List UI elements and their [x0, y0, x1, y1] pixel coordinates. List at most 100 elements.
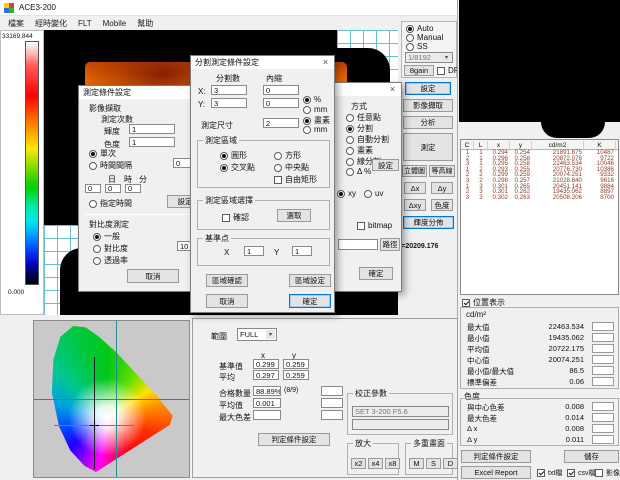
- settings-button[interactable]: 設定: [405, 82, 451, 95]
- circle-radio[interactable]: 圓形: [220, 150, 247, 161]
- calibration-extra-field[interactable]: [352, 419, 449, 430]
- base-y-field[interactable]: 0.259: [283, 359, 309, 369]
- mode-option-2[interactable]: 自動分割: [346, 134, 389, 145]
- mm-size-radio[interactable]: mm: [303, 125, 327, 134]
- square-radio[interactable]: 方形: [274, 150, 301, 161]
- mode-option-0[interactable]: 任意點: [346, 112, 381, 123]
- bitmap-checkbox[interactable]: bitmap: [357, 221, 392, 230]
- transmittance-radio[interactable]: 透過率: [93, 255, 128, 266]
- chroma-button[interactable]: 色度: [431, 199, 453, 211]
- percent-radio[interactable]: %: [303, 95, 321, 104]
- save-button[interactable]: 儲存: [564, 450, 619, 463]
- base-y-field[interactable]: 1: [292, 246, 312, 256]
- gain-button[interactable]: 8gain: [404, 65, 434, 76]
- minute-field[interactable]: 0: [125, 184, 141, 193]
- judge-indicator: [592, 366, 614, 375]
- day-field[interactable]: 0: [85, 184, 101, 193]
- mm-radio[interactable]: mm: [303, 105, 327, 114]
- analyze-button[interactable]: 分析: [403, 116, 453, 129]
- contrast-radio[interactable]: 對比度: [93, 243, 128, 254]
- delta-y-button[interactable]: Δy: [431, 182, 453, 194]
- normal-radio[interactable]: 一般: [93, 231, 120, 242]
- free-rect-checkbox[interactable]: 自由矩形: [274, 174, 317, 185]
- cross-point-radio[interactable]: 交叉點: [220, 162, 255, 173]
- menu-item-3[interactable]: Mobile: [103, 19, 127, 28]
- mode-option-3[interactable]: 畫素: [346, 145, 373, 156]
- zoom-button-x4[interactable]: x4: [368, 458, 383, 469]
- capture-button[interactable]: 影像擷取: [403, 99, 453, 112]
- table-row[interactable]: 330.3020.26320508.2068700: [461, 195, 618, 201]
- range-select[interactable]: FULL▾: [237, 328, 277, 341]
- view-3d-button[interactable]: 立體圖: [402, 165, 427, 177]
- radio-auto[interactable]: Auto: [406, 24, 433, 33]
- shutter-select[interactable]: 1/8192▾: [405, 52, 453, 63]
- zoom-button-x8[interactable]: x8: [385, 458, 400, 469]
- mode-set-button[interactable]: 設定: [372, 159, 399, 171]
- x-division-field[interactable]: 3: [211, 85, 247, 95]
- path-field[interactable]: [338, 239, 378, 250]
- contour-button[interactable]: 等高線: [429, 165, 455, 177]
- delta-xy-button[interactable]: Δxy: [404, 199, 426, 211]
- chevron-down-icon: ▾: [266, 330, 275, 339]
- zoom-button-x2[interactable]: x2: [351, 458, 366, 469]
- mode-option-1[interactable]: 分割: [346, 123, 373, 134]
- area-set-button[interactable]: 區域設定: [289, 274, 331, 287]
- cancel-button[interactable]: 取消: [206, 294, 248, 308]
- path-browse-button[interactable]: 路徑: [380, 238, 400, 251]
- cancel-button[interactable]: 取消: [127, 269, 179, 283]
- excel-report-button[interactable]: Excel Report: [461, 466, 531, 479]
- luminance-dist-button[interactable]: 輝度分佈: [403, 216, 454, 229]
- base-x-field[interactable]: 1: [244, 246, 264, 256]
- menu-item-1[interactable]: 經時變化: [35, 18, 67, 29]
- cie-chromaticity-diagram[interactable]: [33, 320, 190, 478]
- pick-button[interactable]: 選取: [277, 209, 311, 222]
- menu-item-0[interactable]: 檔案: [8, 18, 24, 29]
- confirm-checkbox[interactable]: 確認: [222, 212, 249, 223]
- close-icon[interactable]: ×: [318, 56, 333, 68]
- measure-button[interactable]: 測定: [403, 133, 453, 161]
- base-x-field[interactable]: 0.299: [253, 359, 279, 369]
- measurement-list[interactable]: CLxycd/m2K 110.2940.25421891.87510487210…: [460, 139, 619, 295]
- ok-button[interactable]: 確定: [289, 294, 331, 308]
- interval-radio[interactable]: 時間間隔: [89, 160, 132, 171]
- hour-field[interactable]: 0: [105, 184, 121, 193]
- multiscreen-button-D[interactable]: D: [443, 458, 458, 469]
- radio-ss[interactable]: SS: [406, 42, 428, 51]
- menu-item-2[interactable]: FLT: [78, 19, 92, 28]
- area-confirm-button[interactable]: 區域確認: [206, 274, 248, 287]
- x-inset-field[interactable]: 0: [263, 85, 299, 95]
- capture-group-label: 影像擷取: [89, 103, 121, 114]
- table-header[interactable]: CLxycd/m2K: [461, 140, 618, 150]
- xy-radio[interactable]: xy: [337, 189, 356, 198]
- single-radio[interactable]: 單次: [89, 148, 116, 159]
- judge-condition-button[interactable]: 判定條件設定: [258, 433, 330, 446]
- delta-x-button[interactable]: Δx: [404, 182, 426, 194]
- mode-option-5[interactable]: Δ %: [346, 167, 371, 176]
- max-diff-field[interactable]: [253, 410, 281, 420]
- uv-radio[interactable]: uv: [364, 189, 383, 198]
- avg-diff-field[interactable]: 0.001: [253, 398, 281, 408]
- radio-manual[interactable]: Manual: [406, 33, 443, 42]
- specified-time-radio[interactable]: 指定時間: [89, 198, 132, 209]
- close-icon[interactable]: ×: [385, 83, 400, 95]
- y-division-field[interactable]: 3: [211, 98, 247, 108]
- y-inset-field[interactable]: 0: [263, 98, 299, 108]
- avg-y-field[interactable]: 0.259: [283, 370, 309, 380]
- csv-file-checkbox[interactable]: csv檔: [567, 468, 596, 478]
- pass-count-field[interactable]: 88.89%: [253, 386, 281, 396]
- lum-count-field[interactable]: 1: [129, 124, 175, 134]
- avg-x-field[interactable]: 0.297: [253, 370, 279, 380]
- dialog-title[interactable]: 分割測定條件設定: [191, 56, 334, 69]
- txt-file-checkbox[interactable]: txt檔: [537, 468, 562, 478]
- menu-item-4[interactable]: 幫助: [137, 18, 153, 29]
- multiscreen-button-S[interactable]: S: [426, 458, 441, 469]
- base-x-label: X: [224, 248, 229, 257]
- judge-condition-button[interactable]: 判定條件設定: [461, 450, 531, 463]
- image-file-checkbox[interactable]: 影像檔: [595, 468, 620, 478]
- calibration-set-field[interactable]: SET 3-200 F5.6: [352, 406, 449, 417]
- ok-button[interactable]: 確定: [359, 267, 393, 280]
- size-field[interactable]: 2: [263, 118, 299, 128]
- chroma-count-field[interactable]: 1: [129, 137, 175, 147]
- center-point-radio[interactable]: 中央點: [274, 162, 309, 173]
- multiscreen-button-M[interactable]: M: [409, 458, 424, 469]
